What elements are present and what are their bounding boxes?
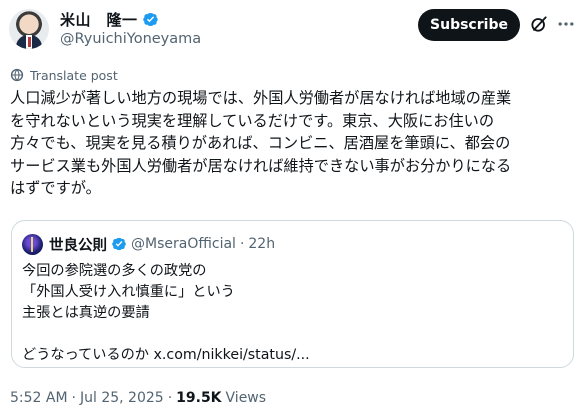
verified-badge-icon: [112, 237, 126, 251]
post-text-line: を守れないという現実を理解しているだけです。東京、大阪にお住いの: [10, 111, 495, 130]
quoted-text-line: 今回の参院選の多くの政党の: [22, 263, 207, 279]
author-avatar[interactable]: [9, 9, 49, 49]
verified-badge-icon: [142, 12, 158, 26]
separator-dot: ·: [71, 390, 76, 406]
post-header: 米山 隆一 @RyuichiYoneyama Subscribe: [0, 0, 582, 58]
quoted-post-text: 今回の参院選の多くの政党の 「外国人受け入れ慎重に」という 主張とは真逆の要請 …: [22, 261, 562, 366]
post-text: 人口減少が著しい地方の現場では、外国人労働者が居なければ地域の産業 を守れないと…: [10, 87, 578, 200]
separator-dot: ·: [167, 390, 173, 406]
avatar-tie: [27, 37, 31, 47]
quoted-text-line: どうなっているのか x.com/nikkei/status/...: [22, 347, 310, 363]
quoted-text-line: 主張とは真逆の要請: [22, 305, 150, 321]
quoted-post-card[interactable]: 世良公則 @MseraOfficial · 22h 今回の参院選の多くの政党の …: [11, 220, 574, 368]
more-icon[interactable]: [556, 14, 576, 34]
subscribe-button[interactable]: Subscribe: [418, 9, 520, 41]
quoted-text-line: [22, 324, 562, 345]
quoted-text-line: 「外国人受け入れ慎重に」という: [22, 284, 235, 300]
post-text-line: サービス業も外国人労働者が居なければ維持できない事がお分かりになる: [10, 156, 512, 175]
author-info: 米山 隆一 @RyuichiYoneyama: [60, 9, 201, 48]
grok-icon[interactable]: [529, 14, 549, 34]
post-text-line: 人口減少が著しい地方の現場では、外国人労働者が居なければ地域の産業: [10, 89, 512, 107]
author-display-name[interactable]: 米山 隆一: [60, 9, 138, 30]
quoted-post-time[interactable]: 22h: [248, 236, 275, 252]
quoted-author-avatar[interactable]: [22, 233, 43, 255]
translate-post-label[interactable]: Translate post: [30, 68, 118, 83]
post-metadata: 5:52 AM · Jul 25, 2025 · 19.5K Views: [10, 390, 266, 406]
separator-dot: ·: [239, 236, 245, 252]
quoted-post-header: 世良公則 @MseraOfficial · 22h: [22, 233, 275, 255]
post-time[interactable]: 5:52 AM: [10, 390, 68, 406]
post-text-line: 方々でも、現実を見る積りがあれば、コンビニ、居酒屋を筆頭に、都会の: [10, 134, 511, 152]
views-label: Views: [225, 390, 267, 406]
post-date[interactable]: Jul 25, 2025: [80, 390, 164, 406]
quoted-author-display-name[interactable]: 世良公則: [49, 234, 107, 255]
translate-post-link[interactable]: Translate post: [10, 66, 118, 84]
author-handle[interactable]: @RyuichiYoneyama: [60, 31, 201, 47]
views-count: 19.5K: [176, 390, 222, 406]
globe-icon: [10, 68, 24, 82]
author-name-row: 米山 隆一: [60, 9, 201, 29]
quoted-author-handle[interactable]: @MseraOfficial: [131, 236, 236, 252]
post-text-line: はずですが。: [10, 179, 101, 197]
